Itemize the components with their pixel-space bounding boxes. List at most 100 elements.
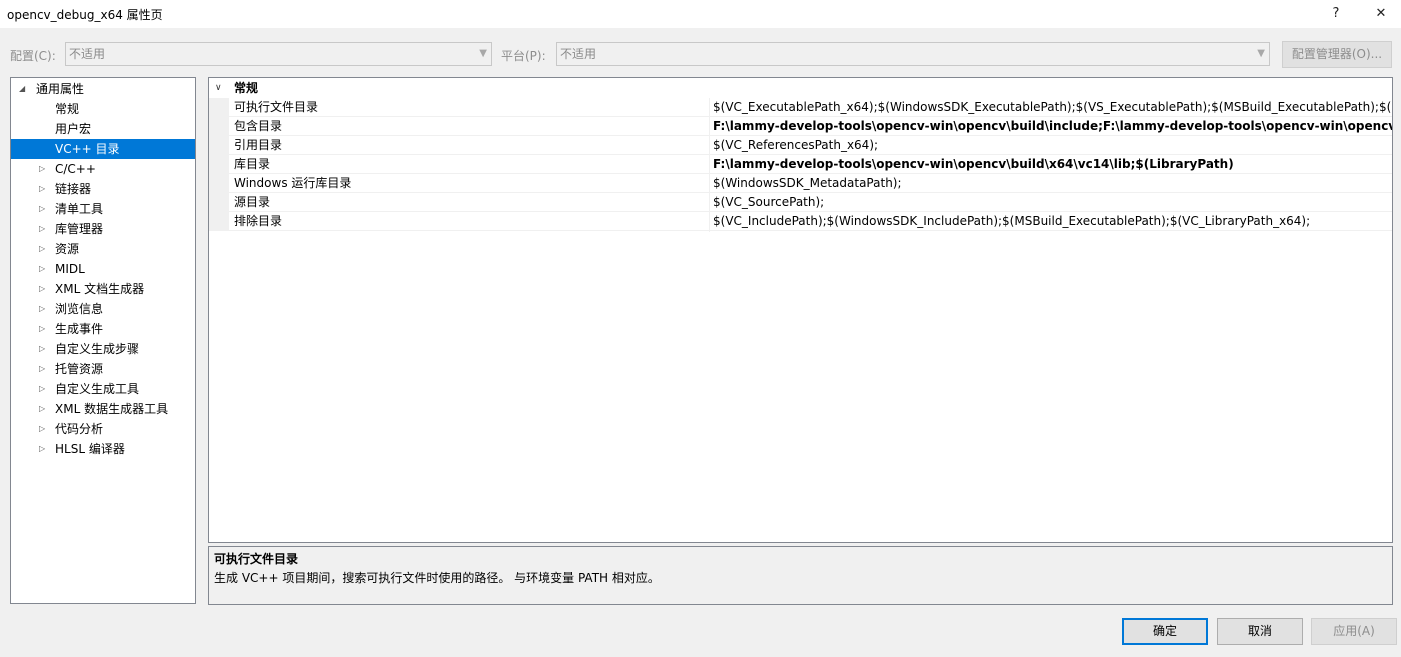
grid-row-name: 源目录 — [234, 195, 271, 209]
window-title: opencv_debug_x64 属性页 — [7, 8, 163, 22]
expand-icon[interactable]: ▷ — [39, 159, 45, 179]
tree-item[interactable]: 常规 — [11, 99, 195, 119]
property-tree[interactable]: ◢ 通用属性 常规 用户宏 VC++ 目录 ▷ C/C++ ▷ 链接器 ▷ 清单工具 ▷ 库管理器 ▷… — [10, 77, 196, 604]
help-button[interactable]: ? — [1322, 2, 1350, 26]
tree-item-label: 清单工具 — [55, 202, 104, 216]
tree-item[interactable]: VC++ 目录 — [11, 139, 195, 159]
expand-icon[interactable]: ▷ — [39, 339, 45, 359]
grid-row-value[interactable]: $(VC_SourcePath); — [713, 193, 824, 211]
grid-row-name: 引用目录 — [234, 138, 283, 152]
grid-row-value[interactable]: $(WindowsSDK_MetadataPath); — [713, 174, 902, 192]
grid-row[interactable]: 引用目录 $(VC_ReferencesPath_x64); — [209, 136, 1392, 155]
tree-item-label: VC++ 目录 — [55, 142, 120, 156]
tree-item-label: 代码分析 — [55, 422, 104, 436]
tree-item[interactable]: ▷ 代码分析 — [11, 419, 195, 439]
tree-item-label: 用户宏 — [55, 122, 92, 136]
grid-row-name: 包含目录 — [234, 119, 283, 133]
grid-row-name: Windows 运行库目录 — [234, 176, 352, 190]
expand-icon[interactable]: ▷ — [39, 299, 45, 319]
grid-column-divider[interactable] — [709, 98, 710, 232]
config-combo[interactable]: 不适用 ▼ — [65, 42, 492, 66]
grid-row-value[interactable]: $(VC_ReferencesPath_x64); — [713, 136, 878, 154]
tree-item[interactable]: ▷ 资源 — [11, 239, 195, 259]
expand-icon[interactable]: ▷ — [39, 199, 45, 219]
tree-item[interactable]: ▷ 浏览信息 — [11, 299, 195, 319]
grid-row-name: 库目录 — [234, 157, 271, 171]
tree-item[interactable]: ▷ 生成事件 — [11, 319, 195, 339]
tree-item[interactable]: ▷ 托管资源 — [11, 359, 195, 379]
grid-row-gutter — [209, 193, 229, 212]
tree-item-label: 生成事件 — [55, 322, 104, 336]
grid-row-name: 排除目录 — [234, 214, 283, 228]
tree-item[interactable]: ▷ C/C++ — [11, 159, 195, 179]
tree-item-label: 托管资源 — [55, 362, 104, 376]
expand-icon[interactable]: ▷ — [39, 219, 45, 239]
expand-icon[interactable]: ▷ — [39, 419, 45, 439]
grid-row-gutter — [209, 98, 229, 117]
tree-item[interactable]: ▷ 库管理器 — [11, 219, 195, 239]
tree-item-label: 浏览信息 — [55, 302, 104, 316]
tree-item-label: XML 数据生成器工具 — [55, 402, 169, 416]
config-manager-button[interactable]: 配置管理器(O)... — [1282, 41, 1392, 68]
description-panel: 可执行文件目录 生成 VC++ 项目期间，搜索可执行文件时使用的路径。 与环境变… — [208, 546, 1393, 605]
expand-icon[interactable]: ▷ — [39, 439, 45, 459]
grid-category-general[interactable]: ∨ 常规 — [209, 78, 1392, 98]
expand-icon[interactable]: ▷ — [39, 279, 45, 299]
chevron-down-icon: ▼ — [1257, 48, 1265, 59]
expand-icon[interactable]: ▷ — [39, 379, 45, 399]
expand-icon[interactable]: ▷ — [39, 319, 45, 339]
tree-item[interactable]: ▷ 自定义生成步骤 — [11, 339, 195, 359]
platform-label: 平台(P): — [501, 49, 546, 63]
expand-icon[interactable]: ▷ — [39, 399, 45, 419]
title-bar — [0, 0, 1401, 28]
grid-row[interactable]: Windows 运行库目录 $(WindowsSDK_MetadataPath); — [209, 174, 1392, 193]
tree-item[interactable]: ▷ HLSL 编译器 — [11, 439, 195, 459]
config-label: 配置(C): — [10, 49, 56, 63]
tree-item-label: 自定义生成步骤 — [55, 342, 140, 356]
tree-item-label: MIDL — [55, 262, 85, 276]
platform-combo[interactable]: 不适用 ▼ — [556, 42, 1270, 66]
collapse-category-icon[interactable]: ∨ — [215, 78, 222, 98]
tree-item-label: 库管理器 — [55, 222, 104, 236]
tree-item[interactable]: 用户宏 — [11, 119, 195, 139]
ok-button[interactable]: 确定 — [1122, 618, 1208, 645]
grid-row-value[interactable]: F:\lammy-develop-tools\opencv-win\opencv… — [713, 155, 1234, 173]
expand-icon[interactable]: ▷ — [39, 259, 45, 279]
grid-row[interactable]: 源目录 $(VC_SourcePath); — [209, 193, 1392, 212]
grid-row-value[interactable]: $(VC_ExecutablePath_x64);$(WindowsSDK_Ex… — [713, 98, 1392, 116]
expand-icon[interactable]: ▷ — [39, 179, 45, 199]
tree-item[interactable]: ▷ 自定义生成工具 — [11, 379, 195, 399]
tree-item-root[interactable]: ◢ 通用属性 — [11, 79, 195, 99]
tree-item-label: 链接器 — [55, 182, 92, 196]
grid-row-value[interactable]: $(VC_IncludePath);$(WindowsSDK_IncludePa… — [713, 212, 1310, 230]
description-text: 生成 VC++ 项目期间，搜索可执行文件时使用的路径。 与环境变量 PATH 相… — [214, 571, 660, 585]
config-value: 不适用 — [69, 47, 106, 61]
platform-value: 不适用 — [560, 47, 597, 61]
close-button[interactable]: ✕ — [1367, 2, 1395, 26]
tree-item[interactable]: ▷ 链接器 — [11, 179, 195, 199]
chevron-down-icon: ▼ — [479, 48, 487, 59]
grid-row[interactable]: 库目录 F:\lammy-develop-tools\opencv-win\ope… — [209, 155, 1392, 174]
grid-row-gutter — [209, 212, 229, 231]
tree-item[interactable]: ▷ MIDL — [11, 259, 195, 279]
collapse-icon[interactable]: ◢ — [19, 79, 25, 99]
property-grid[interactable]: ∨ 常规 可执行文件目录 $(VC_ExecutablePath_x64);$(W… — [208, 77, 1393, 543]
cancel-button[interactable]: 取消 — [1217, 618, 1303, 645]
grid-row-gutter — [209, 155, 229, 174]
tree-item[interactable]: ▷ XML 数据生成器工具 — [11, 399, 195, 419]
tree-item[interactable]: ▷ XML 文档生成器 — [11, 279, 195, 299]
grid-row-gutter — [209, 117, 229, 136]
tree-item-label: 常规 — [55, 102, 80, 116]
expand-icon[interactable]: ▷ — [39, 359, 45, 379]
tree-item[interactable]: ▷ 清单工具 — [11, 199, 195, 219]
grid-row-gutter — [209, 136, 229, 155]
grid-row-gutter — [209, 174, 229, 193]
grid-row[interactable]: 可执行文件目录 $(VC_ExecutablePath_x64);$(Window… — [209, 98, 1392, 117]
grid-row[interactable]: 排除目录 $(VC_IncludePath);$(WindowsSDK_Inclu… — [209, 212, 1392, 231]
grid-category-label: 常规 — [234, 81, 259, 95]
expand-icon[interactable]: ▷ — [39, 239, 45, 259]
apply-button[interactable]: 应用(A) — [1311, 618, 1397, 645]
grid-row[interactable]: 包含目录 F:\lammy-develop-tools\opencv-win\op… — [209, 117, 1392, 136]
grid-row-value[interactable]: F:\lammy-develop-tools\opencv-win\opencv… — [713, 117, 1392, 135]
tree-item-label: XML 文档生成器 — [55, 282, 145, 296]
